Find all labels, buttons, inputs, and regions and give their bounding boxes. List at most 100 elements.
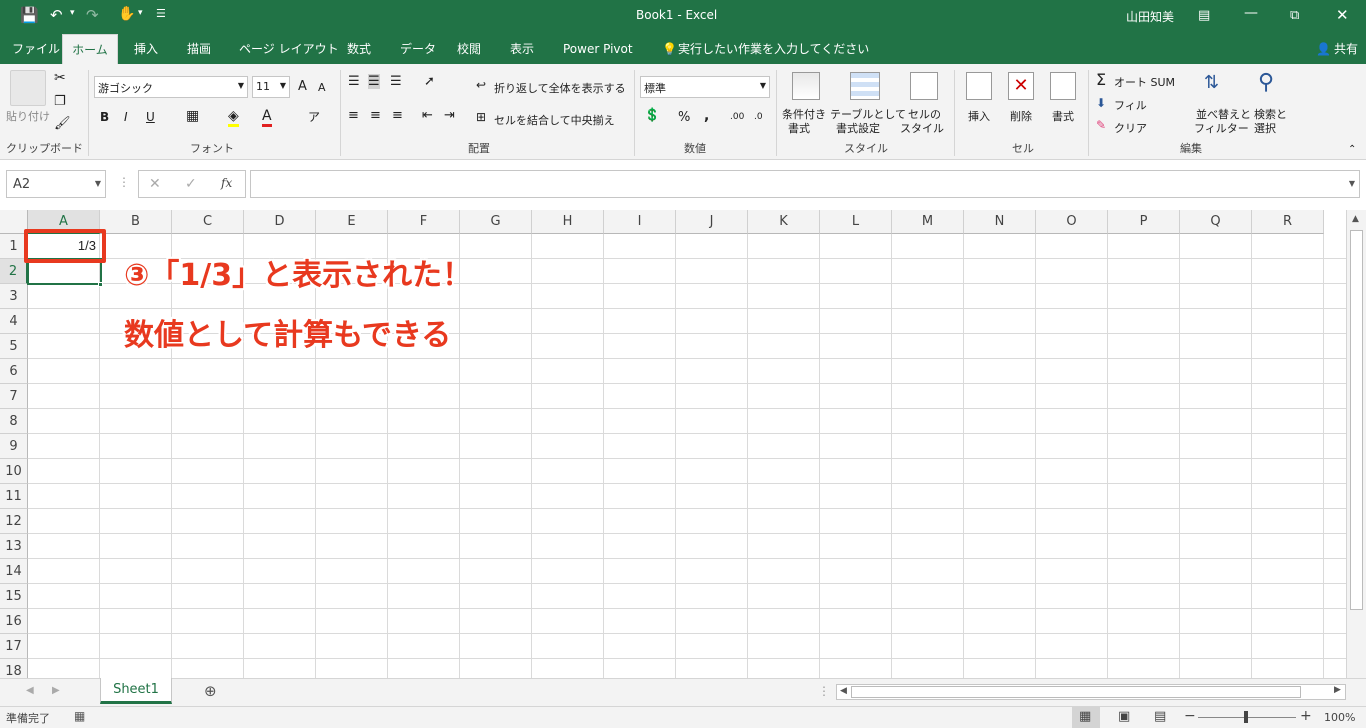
row-header[interactable]: 5 bbox=[0, 334, 28, 359]
phonetic-icon[interactable]: ア bbox=[308, 108, 320, 125]
font-color-button[interactable]: A bbox=[262, 108, 272, 127]
wrap-text-button[interactable]: 折り返して全体を表示する bbox=[494, 80, 626, 96]
grow-font-button[interactable]: A bbox=[298, 79, 307, 94]
column-header[interactable]: R bbox=[1252, 210, 1324, 234]
enter-icon[interactable]: ✓ bbox=[185, 176, 197, 192]
delete-cells-icon[interactable]: ✕ bbox=[1008, 72, 1034, 100]
percent-button[interactable]: % bbox=[678, 110, 690, 125]
borders-icon[interactable]: ▦ bbox=[186, 108, 199, 124]
column-header[interactable]: D bbox=[244, 210, 316, 234]
column-header[interactable]: K bbox=[748, 210, 820, 234]
row-header[interactable]: 14 bbox=[0, 559, 28, 584]
scroll-left-icon[interactable]: ◀ bbox=[840, 686, 847, 696]
tab-view[interactable]: 表示 bbox=[506, 34, 538, 64]
column-header[interactable]: E bbox=[316, 210, 388, 234]
sort-filter-icon[interactable]: ⇅ bbox=[1204, 72, 1219, 93]
prev-sheet-icon[interactable]: ◀ bbox=[26, 685, 34, 696]
zoom-in-icon[interactable]: + bbox=[1300, 708, 1312, 724]
tab-insert[interactable]: 挿入 bbox=[130, 34, 162, 64]
tab-formulas[interactable]: 数式 bbox=[343, 34, 375, 64]
column-header[interactable]: G bbox=[460, 210, 532, 234]
merge-center-button[interactable]: セルを結合して中央揃え bbox=[494, 112, 615, 128]
format-as-table-label2[interactable]: 書式設定 bbox=[836, 120, 880, 136]
tab-home[interactable]: ホーム bbox=[62, 34, 118, 64]
format-cells-button[interactable]: 書式 bbox=[1052, 108, 1074, 124]
vertical-scrollbar[interactable]: ▲ bbox=[1346, 210, 1366, 678]
fill-handle[interactable] bbox=[98, 282, 103, 287]
fill-button[interactable]: フィル bbox=[1114, 97, 1147, 113]
zoom-out-icon[interactable]: − bbox=[1184, 708, 1196, 724]
column-header[interactable]: H bbox=[532, 210, 604, 234]
search-icon[interactable]: ⚲ bbox=[1258, 70, 1274, 95]
clear-button[interactable]: クリア bbox=[1114, 120, 1147, 136]
worksheet-grid[interactable]: ABCDEFGHIJKLMNOPQR 1 2 3 4 5 6 7 8 9 10 11 12 13 14 15… bbox=[0, 210, 1346, 678]
orientation-icon[interactable]: ➚ bbox=[424, 74, 435, 89]
decrease-decimal-icon[interactable]: .0 bbox=[754, 112, 763, 122]
collapse-ribbon-icon[interactable]: ⌃ bbox=[1348, 144, 1356, 155]
column-header[interactable]: O bbox=[1036, 210, 1108, 234]
redo-icon[interactable]: ↷ bbox=[86, 6, 99, 24]
row-header[interactable]: 15 bbox=[0, 584, 28, 609]
row-header[interactable]: 11 bbox=[0, 484, 28, 509]
format-as-table-icon[interactable] bbox=[850, 72, 880, 100]
font-name-select[interactable]: 游ゴシック ▼ bbox=[94, 76, 248, 98]
format-painter-icon[interactable]: 🖌 bbox=[54, 116, 71, 131]
row-header[interactable]: 2 bbox=[0, 259, 28, 284]
column-header[interactable]: N bbox=[964, 210, 1036, 234]
sort-filter-label2[interactable]: フィルター bbox=[1194, 120, 1249, 136]
tab-review[interactable]: 校閲 bbox=[453, 34, 485, 64]
bold-button[interactable]: B bbox=[100, 110, 109, 124]
restore-icon[interactable]: ⧉ bbox=[1290, 8, 1299, 23]
delete-cells-button[interactable]: 削除 bbox=[1010, 108, 1032, 124]
column-header[interactable]: P bbox=[1108, 210, 1180, 234]
align-left-icon[interactable]: ≡ bbox=[348, 108, 359, 123]
row-header[interactable]: 16 bbox=[0, 609, 28, 634]
conditional-format-icon[interactable] bbox=[792, 72, 820, 100]
row-header[interactable]: 6 bbox=[0, 359, 28, 384]
fill-icon[interactable]: ⬇ bbox=[1096, 96, 1106, 110]
italic-button[interactable]: I bbox=[124, 110, 128, 124]
share-button[interactable]: 共有 bbox=[1330, 34, 1362, 64]
autosum-icon[interactable]: Σ bbox=[1096, 70, 1106, 89]
page-break-view-icon[interactable]: ▤ bbox=[1154, 709, 1166, 724]
chevron-down-icon[interactable]: ▼ bbox=[1349, 179, 1355, 188]
row-header[interactable]: 18 bbox=[0, 659, 28, 678]
scroll-right-icon[interactable]: ▶ bbox=[1334, 685, 1341, 695]
close-icon[interactable]: ✕ bbox=[1336, 6, 1349, 24]
underline-button[interactable]: U bbox=[146, 110, 155, 124]
increase-indent-icon[interactable]: ⇥ bbox=[444, 108, 455, 123]
zoom-slider-thumb[interactable] bbox=[1244, 711, 1248, 723]
column-header[interactable]: F bbox=[388, 210, 460, 234]
insert-cells-icon[interactable] bbox=[966, 72, 992, 100]
cancel-icon[interactable]: ✕ bbox=[149, 176, 161, 192]
align-top-icon[interactable]: ☰ bbox=[348, 74, 360, 89]
customize-qat-icon[interactable]: ☰ bbox=[156, 7, 166, 20]
macro-record-icon[interactable]: ▦ bbox=[74, 709, 85, 723]
sheet-tab-sheet1[interactable]: Sheet1 bbox=[100, 678, 172, 704]
column-header[interactable]: I bbox=[604, 210, 676, 234]
cell-area[interactable] bbox=[28, 234, 1346, 678]
row-header[interactable]: 17 bbox=[0, 634, 28, 659]
name-box[interactable]: A2 ▼ bbox=[6, 170, 106, 198]
horizontal-scrollbar[interactable]: ◀ bbox=[836, 684, 1346, 700]
insert-cells-button[interactable]: 挿入 bbox=[968, 108, 990, 124]
row-header[interactable]: 3 bbox=[0, 284, 28, 309]
touch-icon[interactable]: ✋ bbox=[118, 6, 135, 22]
row-header[interactable]: 4 bbox=[0, 309, 28, 334]
tell-me-box[interactable]: 実行したい作業を入力してください bbox=[674, 34, 873, 64]
page-layout-view-icon[interactable]: ▣ bbox=[1118, 709, 1130, 724]
vertical-scroll-thumb[interactable] bbox=[1350, 230, 1363, 610]
copy-icon[interactable]: ❐ bbox=[54, 94, 66, 109]
shrink-font-button[interactable]: A bbox=[318, 81, 326, 94]
cell-styles-icon[interactable] bbox=[910, 72, 938, 100]
cell-styles-label2[interactable]: スタイル bbox=[900, 120, 944, 136]
tab-power-pivot[interactable]: Power Pivot bbox=[559, 34, 637, 64]
undo-icon[interactable]: ↶ bbox=[50, 6, 63, 24]
column-header[interactable]: L bbox=[820, 210, 892, 234]
number-format-select[interactable]: 標準 ▼ bbox=[640, 76, 770, 98]
tab-page-layout[interactable]: ページ レイアウト bbox=[235, 34, 343, 64]
ribbon-display-icon[interactable]: ▤ bbox=[1198, 8, 1210, 23]
chevron-down-icon[interactable]: ▾ bbox=[70, 8, 75, 18]
paste-button[interactable]: 貼り付け bbox=[6, 108, 50, 124]
column-header[interactable]: M bbox=[892, 210, 964, 234]
